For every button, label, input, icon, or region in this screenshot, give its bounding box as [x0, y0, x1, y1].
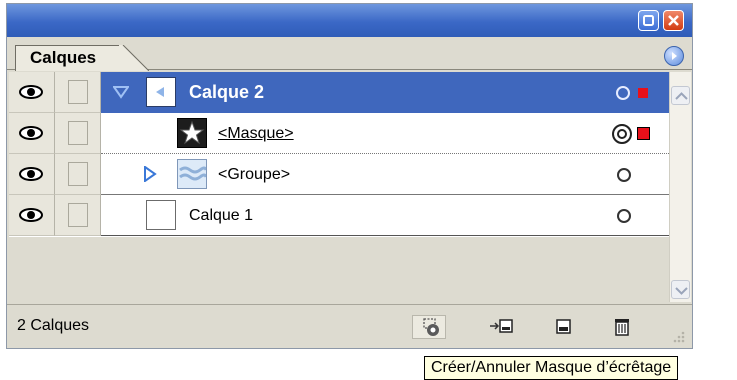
scroll-down-button[interactable]: [671, 280, 690, 299]
chevron-down-icon: [675, 287, 688, 295]
layer-name[interactable]: <Groupe>: [218, 154, 290, 195]
layers-panel: Calques Calque 2 <Masque> <Groupe> Calqu…: [6, 3, 693, 349]
target-circle[interactable]: [617, 209, 631, 223]
scroll-up-button[interactable]: [671, 86, 690, 105]
collapse-triangle-icon[interactable]: [142, 166, 158, 182]
panel-footer: 2 Calques: [7, 304, 692, 348]
layer-row-masque[interactable]: <Masque>: [9, 113, 669, 154]
clipping-mask-icon: [423, 318, 439, 336]
target-circle-targeted[interactable]: [612, 124, 632, 144]
layer-list: Calque 2 <Masque> <Groupe> Calque 1: [9, 72, 669, 302]
new-layer-button[interactable]: [547, 315, 581, 339]
layer-row-groupe[interactable]: <Groupe>: [9, 154, 669, 195]
new-layer-icon: [556, 319, 571, 334]
layer-row-calque-1[interactable]: Calque 1: [9, 195, 669, 236]
eye-icon: [19, 85, 43, 99]
target-circle[interactable]: [616, 86, 630, 100]
tooltip: Créer/Annuler Masque d’écrêtage: [424, 356, 679, 380]
clipping-mask-button[interactable]: [412, 315, 446, 339]
lock-toggle[interactable]: [55, 113, 101, 154]
visibility-toggle[interactable]: [9, 72, 55, 113]
expand-triangle-icon[interactable]: [113, 84, 129, 100]
close-button[interactable]: [663, 10, 684, 31]
vertical-scrollbar[interactable]: [669, 72, 691, 302]
close-icon: [668, 15, 679, 26]
panel-menu-button[interactable]: [664, 46, 684, 66]
play-arrow-icon: [672, 52, 677, 60]
layer-count: 2 Calques: [17, 317, 90, 334]
selected-art-square: [637, 127, 650, 140]
new-sublayer-button[interactable]: [485, 315, 519, 339]
layer-thumbnail: [146, 77, 176, 107]
eye-icon: [19, 167, 43, 181]
layer-name[interactable]: <Masque>: [218, 113, 294, 154]
lock-box: [68, 203, 88, 227]
visibility-toggle[interactable]: [9, 113, 55, 154]
lock-toggle[interactable]: [55, 72, 101, 113]
title-bar[interactable]: [7, 4, 692, 37]
layer-thumbnail: [146, 200, 176, 230]
lock-box: [68, 162, 88, 186]
tab-row: Calques: [7, 37, 692, 71]
wave-pattern-icon: [179, 166, 208, 181]
target-circle[interactable]: [617, 168, 631, 182]
eye-icon: [19, 126, 43, 140]
star-icon: [179, 120, 205, 145]
tab-edge: [119, 45, 149, 71]
lock-box: [68, 121, 88, 145]
eye-icon: [19, 208, 43, 222]
resize-grip-icon[interactable]: [667, 327, 687, 347]
group-thumbnail: [177, 159, 208, 189]
minimize-icon: [643, 15, 654, 26]
arrow-thumbnail-icon: [156, 87, 164, 97]
delete-layer-button[interactable]: [605, 315, 639, 339]
trash-icon: [615, 319, 629, 336]
selection-indicator: [638, 88, 648, 98]
mask-thumbnail: [177, 118, 207, 148]
lock-box: [68, 80, 88, 104]
layer-row-calque-2[interactable]: Calque 2: [9, 72, 669, 113]
empty-list-area: [9, 237, 669, 302]
layer-name[interactable]: Calque 2: [189, 72, 264, 113]
lock-toggle[interactable]: [55, 195, 101, 236]
chevron-up-icon: [675, 92, 688, 100]
visibility-toggle[interactable]: [9, 195, 55, 236]
new-sublayer-icon: [490, 319, 513, 333]
tab-calques[interactable]: Calques: [15, 45, 123, 71]
lock-toggle[interactable]: [55, 154, 101, 195]
layer-name[interactable]: Calque 1: [189, 195, 253, 236]
visibility-toggle[interactable]: [9, 154, 55, 195]
minimize-button[interactable]: [638, 10, 659, 31]
